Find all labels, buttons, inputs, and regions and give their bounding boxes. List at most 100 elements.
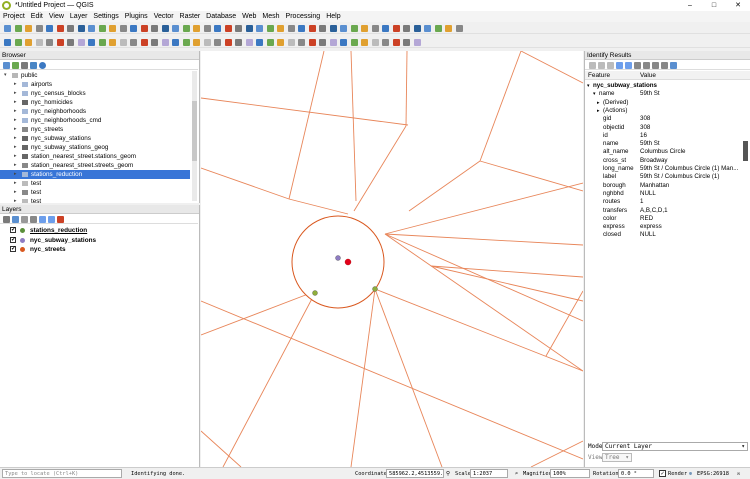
chevron-right-icon[interactable]: ▸ (14, 134, 17, 143)
identify-row[interactable]: name 59th St (585, 140, 745, 148)
identify-row[interactable]: ▾ name 59th St (585, 90, 745, 98)
refresh-icon[interactable] (329, 25, 337, 32)
browser-scrollbar[interactable] (192, 71, 197, 201)
render-checkbox[interactable]: ✓ (659, 470, 666, 477)
refresh-icon[interactable] (161, 25, 169, 32)
crs-icon[interactable]: ⊕ (689, 470, 692, 478)
chevron-right-icon[interactable]: ▸ (14, 98, 17, 107)
identify-row[interactable]: borough Manhattan (585, 182, 745, 190)
select-icon[interactable] (319, 39, 326, 46)
collapse-all-layers-icon[interactable] (48, 216, 55, 223)
save-project-icon[interactable] (445, 25, 452, 32)
plugin-icon[interactable] (329, 39, 337, 46)
identify-row[interactable]: closed NULL (585, 231, 745, 239)
edit-icon[interactable] (277, 39, 284, 46)
zoom-out-icon[interactable] (308, 25, 316, 32)
chevron-right-icon[interactable]: ▸ (14, 107, 17, 116)
menu-database[interactable]: Database (203, 13, 239, 20)
identify-row[interactable]: nghbhd NULL (585, 190, 745, 198)
identify-row[interactable]: express express (585, 223, 745, 231)
menu-edit[interactable]: Edit (28, 13, 46, 20)
map-canvas[interactable] (201, 51, 583, 467)
identify-row[interactable]: objectid 308 (585, 124, 745, 132)
chevron-right-icon[interactable]: ▸ (14, 152, 17, 161)
save-project-icon[interactable] (193, 25, 200, 32)
menu-settings[interactable]: Settings (90, 13, 121, 20)
delete-icon[interactable] (392, 39, 400, 46)
chevron-right-icon[interactable]: ▸ (14, 197, 17, 203)
chevron-right-icon[interactable]: ▸ (14, 188, 17, 197)
pan-icon[interactable] (455, 25, 463, 32)
digitize-icon[interactable] (119, 39, 127, 46)
layer-visibility-checkbox[interactable]: ✓ (10, 227, 16, 233)
open-project-icon[interactable] (98, 25, 106, 32)
zoom-in-icon[interactable] (298, 25, 305, 32)
identified-station-point[interactable] (344, 258, 352, 266)
save-project-icon[interactable] (277, 25, 284, 32)
browser-item[interactable]: ▸ test (0, 188, 190, 197)
menu-view[interactable]: View (46, 13, 67, 20)
filter-icon[interactable] (21, 62, 28, 69)
pan-icon[interactable] (371, 25, 379, 32)
chevron-right-icon[interactable]: ▸ (14, 143, 17, 152)
zoom-in-icon[interactable] (382, 25, 389, 32)
select-features-icon[interactable] (643, 62, 650, 69)
add-raster-icon[interactable] (182, 39, 190, 46)
menu-help[interactable]: Help (323, 13, 343, 20)
map-svg[interactable] (201, 51, 583, 467)
chevron-right-icon[interactable]: ▸ (14, 80, 17, 89)
label-icon[interactable] (46, 39, 53, 46)
chevron-right-icon[interactable]: ▸ (14, 170, 17, 179)
save-project-icon[interactable] (361, 25, 368, 32)
chevron-right-icon[interactable]: ▸ (597, 107, 600, 115)
identify-row[interactable]: cross_st Broadway (585, 157, 745, 165)
save-project-icon[interactable] (109, 25, 116, 32)
pan-icon[interactable] (119, 25, 127, 32)
select-icon[interactable] (235, 39, 242, 46)
crs-button[interactable]: EPSG:26918 (697, 470, 729, 478)
plugin-icon[interactable] (161, 39, 169, 46)
select-icon[interactable] (67, 39, 74, 46)
browser-item[interactable]: ▸ nyc_census_blocks (0, 89, 190, 98)
add-vector-icon[interactable] (4, 39, 11, 46)
save-project-icon[interactable] (25, 25, 32, 32)
view-select[interactable]: Tree ▾ (602, 453, 632, 462)
identify-icon[interactable] (403, 25, 410, 32)
zoom-out-icon[interactable] (392, 25, 400, 32)
value-column-header[interactable]: Value (640, 71, 656, 80)
delete-icon[interactable] (140, 39, 148, 46)
layer-visibility-checkbox[interactable]: ✓ (10, 236, 16, 243)
identify-row[interactable]: id 16 (585, 132, 745, 140)
select-icon[interactable] (403, 39, 410, 46)
menu-processing[interactable]: Processing (283, 13, 324, 20)
browser-item[interactable]: ▾ public (0, 71, 190, 80)
maximize-button[interactable]: □ (702, 0, 726, 11)
open-project-icon[interactable] (350, 25, 358, 32)
identify-row[interactable]: transfers A,B,C,D,1 (585, 207, 745, 215)
locator-search-input[interactable]: Type to locate (Ctrl+K) (2, 469, 122, 478)
identify-icon[interactable] (319, 25, 326, 32)
delete-icon[interactable] (56, 39, 64, 46)
new-project-icon[interactable] (424, 25, 431, 32)
coordinate-field[interactable]: 585962.2,4513559.5 (386, 469, 444, 478)
plugin-icon[interactable] (77, 39, 85, 46)
chevron-down-icon[interactable]: ▾ (4, 71, 7, 80)
browser-item[interactable]: ▸ nyc_neighborhoods_cmd (0, 116, 190, 125)
mode-select[interactable]: Current Layer ▾ (602, 442, 748, 451)
pan-icon[interactable] (287, 25, 295, 32)
chevron-right-icon[interactable]: ▸ (14, 161, 17, 170)
identify-row[interactable]: routes 1 (585, 198, 745, 206)
print-icon[interactable] (634, 62, 641, 69)
chevron-right-icon[interactable]: ▸ (14, 89, 17, 98)
open-project-icon[interactable] (266, 25, 274, 32)
zoom-out-icon[interactable] (224, 25, 232, 32)
lock-icon[interactable]: ⚲ (446, 470, 450, 478)
messages-icon[interactable]: ✉ (737, 470, 740, 478)
browser-item[interactable]: ▸ test (0, 197, 190, 203)
copy-feature-icon[interactable] (625, 62, 632, 69)
menu-layer[interactable]: Layer (67, 13, 91, 20)
new-project-icon[interactable] (340, 25, 347, 32)
identify-row[interactable]: alt_name Columbus Circle (585, 148, 745, 156)
browser-item[interactable]: ▸ nyc_neighborhoods (0, 107, 190, 116)
zoom-out-icon[interactable] (140, 25, 148, 32)
